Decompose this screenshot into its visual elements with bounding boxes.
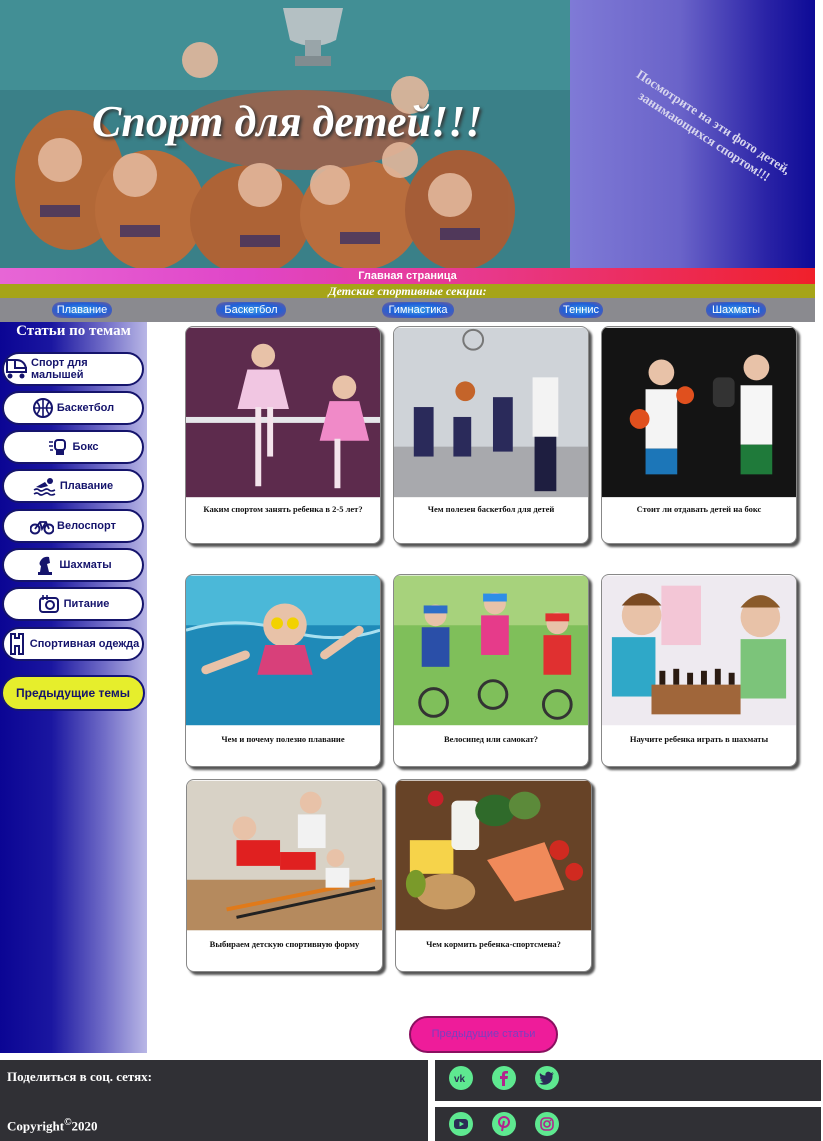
home-link[interactable]: Главная страница	[0, 268, 815, 284]
article-caption: Научите ребенка играть в шахматы	[629, 734, 769, 744]
page-title: Спорт для детей!!!	[92, 97, 483, 146]
food-icon	[38, 595, 59, 613]
sidebar-item-nutrition[interactable]: Питание	[2, 587, 144, 621]
article-caption: Велосипед или самокат?	[443, 734, 539, 744]
sidebar-item-label: Спортивная одежда	[29, 638, 140, 650]
article-image	[396, 780, 591, 931]
social-links-row-2	[435, 1107, 821, 1141]
article-caption: Каким спортом занять ребенка в 2-5 лет?	[203, 504, 363, 514]
article-image	[394, 575, 588, 726]
article-image	[602, 575, 796, 726]
sidebar-item-label: Питание	[63, 598, 110, 610]
pinterest-icon[interactable]	[492, 1112, 516, 1136]
footer: Поделиться в соц. сетях: Copyright©2020	[0, 1060, 428, 1141]
article-image	[186, 327, 380, 498]
youtube-icon[interactable]	[449, 1112, 473, 1136]
sidebar-title: Статьи по темам	[16, 323, 131, 339]
article-card[interactable]: Чем полезен баскетбол для детей	[393, 326, 589, 544]
twitter-icon[interactable]	[535, 1066, 559, 1090]
article-card[interactable]: Выбираем детскую спортивную форму	[186, 779, 383, 972]
nav-chess[interactable]: Шахматы	[706, 302, 766, 318]
boxing-glove-icon	[49, 439, 67, 455]
sidebar-item-label: Шахматы	[59, 559, 112, 571]
stroller-icon	[6, 359, 27, 379]
article-image	[602, 327, 796, 498]
basketball-icon	[32, 398, 53, 418]
article-caption: Чем полезен баскетбол для детей	[427, 504, 555, 514]
copyright: Copyright©2020	[7, 1117, 98, 1134]
sidebar-item-label: Бокс	[72, 441, 99, 453]
sidebar-item-basketball[interactable]: Баскетбол	[2, 391, 144, 425]
sidebar-item-cycling[interactable]: Велоспорт	[2, 509, 144, 543]
sidebar-item-clothing[interactable]: Спортивная одежда	[2, 627, 144, 661]
article-image	[186, 575, 380, 726]
promo-panel: Посмотрите на эти фото детей, занимающих…	[570, 0, 815, 268]
nav-tennis[interactable]: Теннис	[559, 302, 603, 318]
hero-banner: Спорт для детей!!!	[0, 0, 570, 268]
nav-basketball[interactable]: Баскетбол	[216, 302, 286, 318]
sidebar: Статьи по темам Спорт для малышей Баскет…	[0, 322, 147, 1053]
sidebar-item-label: Спорт для малышей	[31, 357, 88, 381]
article-card[interactable]: Научите ребенка играть в шахматы	[601, 574, 797, 767]
article-caption: Стоит ли отдавать детей на бокс	[636, 504, 762, 514]
sections-nav: Плавание Баскетбол Гимнастика Теннис Шах…	[0, 298, 815, 322]
article-image	[187, 780, 382, 931]
clothing-icon	[9, 633, 24, 655]
sidebar-item-toddlers[interactable]: Спорт для малышей	[2, 352, 144, 386]
sidebar-item-boxing[interactable]: Бокс	[2, 430, 144, 464]
instagram-icon[interactable]	[535, 1112, 559, 1136]
sidebar-item-label: Плавание	[59, 480, 114, 492]
nav-swimming[interactable]: Плавание	[52, 302, 112, 318]
article-card[interactable]: Чем кормить ребенка-спортсмена?	[395, 779, 592, 972]
social-links-row-1: vk	[435, 1060, 821, 1101]
header-edge	[815, 0, 823, 268]
sections-heading: Детские спортивные секции:	[0, 284, 815, 298]
article-card[interactable]: Велосипед или самокат?	[393, 574, 589, 767]
article-card[interactable]: Каким спортом занять ребенка в 2-5 лет?	[185, 326, 381, 544]
sidebar-item-swimming[interactable]: Плавание	[2, 469, 144, 503]
article-card[interactable]: Чем и почему полезно плавание	[185, 574, 381, 767]
swimmer-icon	[33, 478, 56, 496]
svg-text:vk: vk	[454, 1074, 466, 1084]
sidebar-item-label: Велоспорт	[57, 520, 116, 532]
vk-icon[interactable]: vk	[449, 1066, 473, 1090]
sidebar-item-chess[interactable]: Шахматы	[2, 548, 144, 582]
article-card[interactable]: Стоит ли отдавать детей на бокс	[601, 326, 797, 544]
bicycle-icon	[30, 521, 55, 535]
promo-text: Посмотрите на эти фото детей, занимающих…	[633, 66, 794, 185]
previous-articles-button[interactable]: Предыдущие статьи	[409, 1016, 558, 1053]
nav-gymnastics[interactable]: Гимнастика	[382, 302, 454, 318]
sidebar-item-label: Баскетбол	[56, 402, 115, 414]
article-image	[394, 327, 588, 498]
facebook-icon[interactable]	[492, 1066, 516, 1090]
previous-topics-button[interactable]: Предыдущие темы	[1, 675, 145, 711]
chess-knight-icon	[38, 556, 53, 575]
share-label: Поделиться в соц. сетях:	[7, 1069, 152, 1084]
article-caption: Выбираем детскую спортивную форму	[209, 939, 360, 949]
article-caption: Чем и почему полезно плавание	[221, 734, 345, 744]
article-caption: Чем кормить ребенка-спортсмена?	[426, 939, 561, 949]
